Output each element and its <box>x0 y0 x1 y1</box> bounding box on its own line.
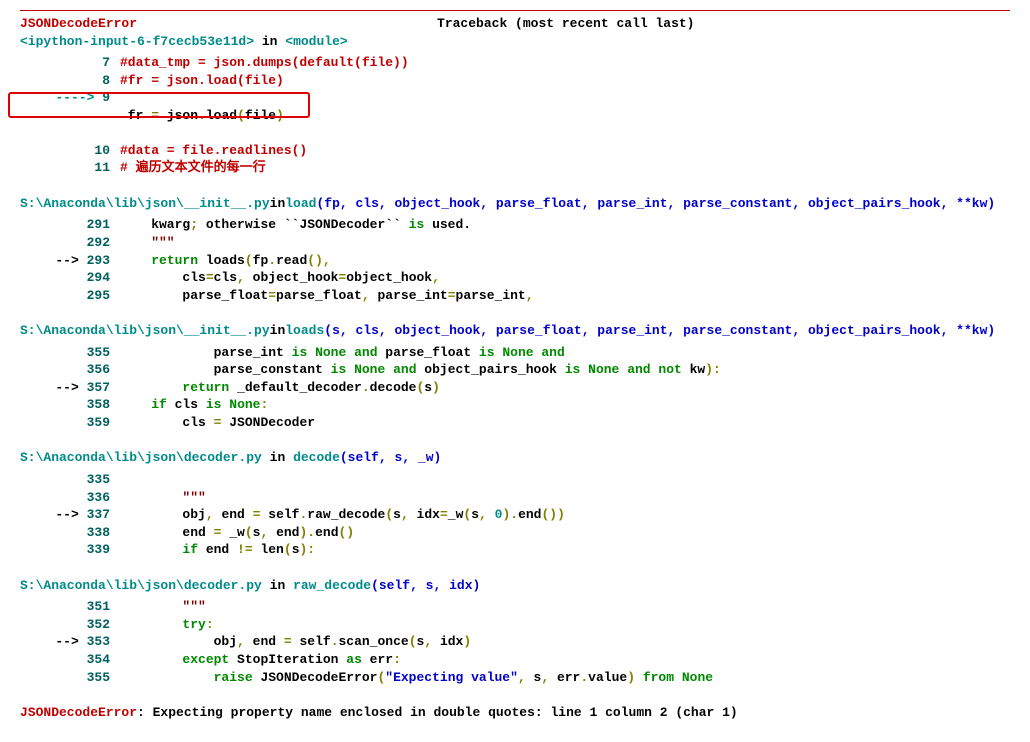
code-line: 11 # 遍历文本文件的每一行 <box>20 159 1010 177</box>
frame-4: 335 336 """ --> 337 obj, end = self.raw_… <box>20 471 1010 559</box>
code-line-current: --> 293 return loads(fp.read(), <box>20 252 1010 270</box>
frame-5: 351 """ 352 try: --> 353 obj, end = self… <box>20 598 1010 686</box>
final-exception-message: : Expecting property name enclosed in do… <box>137 704 738 722</box>
code-line: 358 if cls is None: <box>20 396 1010 414</box>
code-line: 354 except StopIteration as err: <box>20 651 1010 669</box>
frame-2-location: S:\Anaconda\lib\json\__init__.py in load… <box>20 195 1010 213</box>
code-line: 352 try: <box>20 616 1010 634</box>
code-line: 339 if end != len(s): <box>20 541 1010 559</box>
frame-3: 355 parse_int is None and parse_float is… <box>20 344 1010 432</box>
exception-name: JSONDecodeError <box>20 15 137 33</box>
frame-5-location: S:\Anaconda\lib\json\decoder.py in raw_d… <box>20 577 1010 595</box>
traceback-container: JSONDecodeError Traceback (most recent c… <box>0 0 1030 742</box>
final-error: JSONDecodeError : Expecting property nam… <box>20 704 1010 722</box>
code-line: 7 #data_tmp = json.dumps(default(file)) <box>20 54 1010 72</box>
code-line: 294 cls=cls, object_hook=object_hook, <box>20 269 1010 287</box>
code-line: 295 parse_float=parse_float, parse_int=p… <box>20 287 1010 305</box>
code-line-current: --> 357 return _default_decoder.decode(s… <box>20 379 1010 397</box>
code-line: 356 parse_constant is None and object_pa… <box>20 361 1010 379</box>
final-exception-name: JSONDecodeError <box>20 704 137 722</box>
code-line: 338 end = _w(s, end).end() <box>20 524 1010 542</box>
code-line: 335 <box>20 471 1010 489</box>
ipython-input-ref: <ipython-input-6-f7cecb53e11d> <box>20 33 254 51</box>
code-line: 355 parse_int is None and parse_float is… <box>20 344 1010 362</box>
frame-3-location: S:\Anaconda\lib\json\__init__.py in load… <box>20 322 1010 340</box>
frame-4-location: S:\Anaconda\lib\json\decoder.py in decod… <box>20 449 1010 467</box>
frame-1: 7 #data_tmp = json.dumps(default(file)) … <box>20 54 1010 177</box>
code-line: 359 cls = JSONDecoder <box>20 414 1010 432</box>
separator-line <box>20 10 1010 11</box>
code-line: 355 raise JSONDecodeError("Expecting val… <box>20 669 1010 687</box>
code-line: 10 #data = file.readlines() <box>20 142 1010 160</box>
code-line-current: --> 353 obj, end = self.scan_once(s, idx… <box>20 633 1010 651</box>
code-line: 351 """ <box>20 598 1010 616</box>
traceback-header: JSONDecodeError Traceback (most recent c… <box>20 15 1010 33</box>
code-line-current: ----> 9 fr = json.load(file) <box>20 89 1010 142</box>
input-location: <ipython-input-6-f7cecb53e11d> in <modul… <box>20 33 1010 51</box>
code-line: 336 """ <box>20 489 1010 507</box>
code-line: 291 kwarg; otherwise ``JSONDecoder`` is … <box>20 216 1010 234</box>
traceback-label: Traceback (most recent call last) <box>437 15 694 33</box>
module-name: <module> <box>285 33 347 51</box>
code-line: 8 #fr = json.load(file) <box>20 72 1010 90</box>
frame-2: 291 kwarg; otherwise ``JSONDecoder`` is … <box>20 216 1010 304</box>
code-line: 292 """ <box>20 234 1010 252</box>
code-line-current: --> 337 obj, end = self.raw_decode(s, id… <box>20 506 1010 524</box>
